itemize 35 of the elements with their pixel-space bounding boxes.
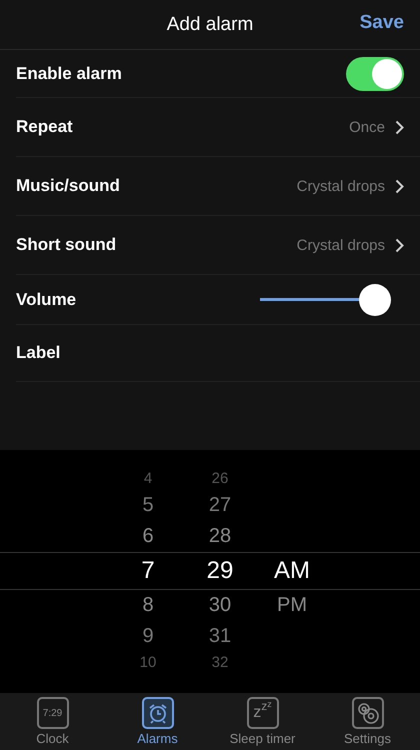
row-label: Volume [16,290,78,310]
picker-option[interactable]: 27 [208,490,232,521]
clock-icon: 7:29 [36,697,68,729]
alarm-clock-icon [142,697,174,729]
row-label: Short sound [16,235,118,255]
enable-toggle[interactable] [346,56,404,90]
picker-option[interactable]: 8 [142,590,154,621]
picker-option[interactable]: 6 [142,521,154,552]
gears-icon [352,697,384,729]
row-value: Once [349,118,385,136]
row-label: Repeat [16,117,74,137]
picker-option[interactable]: 5 [142,490,154,521]
time-picker[interactable]: 4 5 6 7 8 9 10 26 27 28 29 30 31 32 AM PM [0,450,420,693]
save-button[interactable]: Save [360,12,404,34]
tab[interactable]: Alarms [110,697,205,746]
picker-option[interactable]: 30 [208,590,232,621]
screen-title: Add alarm [166,14,254,36]
row-label: Music/sound [16,176,121,196]
picker-option[interactable]: PM [277,590,307,621]
picker-option[interactable]: 7 [141,552,155,590]
chevron-icon [395,120,404,134]
chevron-icon [395,178,404,194]
chevron-icon [395,238,404,252]
picker-option[interactable]: AM [274,552,310,590]
slider-thumb[interactable] [358,284,391,316]
picker-option[interactable]: 29 [206,552,234,590]
row-label: Enable alarm [16,64,123,84]
row-value: Crystal drops [296,236,385,254]
tab[interactable]: Settings [320,697,415,746]
picker-option[interactable]: 28 [208,521,232,552]
tab[interactable]: 7:29 Clock [5,697,100,746]
picker-option[interactable]: 9 [142,621,154,652]
row-value: Crystal drops [296,178,385,194]
row-label: Label [16,343,62,363]
picker-option[interactable]: 31 [208,621,232,652]
